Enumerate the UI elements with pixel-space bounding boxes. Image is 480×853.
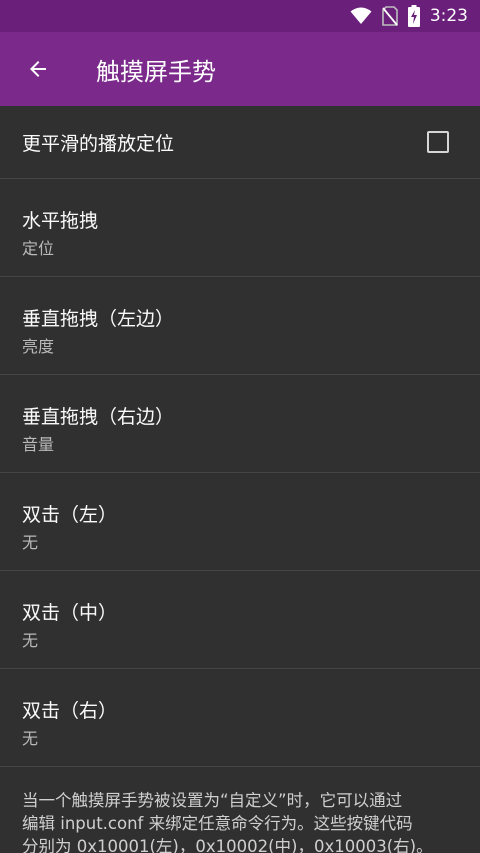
status-time: 3:23 — [429, 6, 468, 26]
page-title: 触摸屏手势 — [96, 57, 216, 86]
pref-title: 水平拖拽 — [22, 210, 99, 232]
pref-title: 垂直拖拽（右边） — [22, 406, 175, 428]
pref-title: 垂直拖拽（左边） — [22, 308, 175, 330]
pref-vertical-drag-left[interactable]: 垂直拖拽（左边） 亮度 — [0, 277, 480, 375]
pref-title: 双击（中） — [22, 602, 118, 624]
back-button[interactable] — [0, 32, 76, 106]
preference-list: 更平滑的播放定位 水平拖拽 定位 垂直拖拽（左边） 亮度 垂直拖拽（右边） 音量… — [0, 106, 480, 853]
pref-summary: 无 — [22, 631, 39, 650]
info-line: 当一个触摸屏手势被设置为“自定义”时，它可以通过 — [22, 791, 403, 810]
gesture-info-text: 当一个触摸屏手势被设置为“自定义”时，它可以通过 编辑 input.conf 来… — [0, 767, 480, 853]
pref-summary: 无 — [22, 729, 39, 748]
pref-title: 更平滑的播放定位 — [22, 132, 175, 155]
pref-summary: 定位 — [22, 239, 55, 258]
battery-charging-icon — [407, 5, 420, 27]
pref-summary: 无 — [22, 533, 39, 552]
status-bar: 3:23 — [0, 0, 480, 32]
arrow-left-icon — [30, 61, 46, 77]
smooth-seek-checkbox[interactable] — [427, 131, 449, 153]
pref-double-tap-center[interactable]: 双击（中） 无 — [0, 571, 480, 669]
pref-summary: 亮度 — [22, 337, 55, 356]
pref-vertical-drag-right[interactable]: 垂直拖拽（右边） 音量 — [0, 375, 480, 473]
pref-double-tap-left[interactable]: 双击（左） 无 — [0, 473, 480, 571]
wifi-icon — [350, 7, 372, 25]
pref-title: 双击（左） — [22, 504, 118, 526]
info-line: 编辑 input.conf 来绑定任意命令行为。这些按键代码 — [22, 814, 413, 833]
info-line: 分别为 0x10001(左)，0x10002(中)，0x10003(右)。 — [22, 837, 433, 853]
pref-horizontal-drag[interactable]: 水平拖拽 定位 — [0, 179, 480, 277]
pref-summary: 音量 — [22, 435, 55, 454]
no-sim-icon — [382, 6, 398, 26]
pref-double-tap-right[interactable]: 双击（右） 无 — [0, 669, 480, 767]
toolbar: 触摸屏手势 — [0, 32, 480, 106]
pref-smooth-seek[interactable]: 更平滑的播放定位 — [0, 106, 480, 179]
pref-title: 双击（右） — [22, 700, 118, 722]
